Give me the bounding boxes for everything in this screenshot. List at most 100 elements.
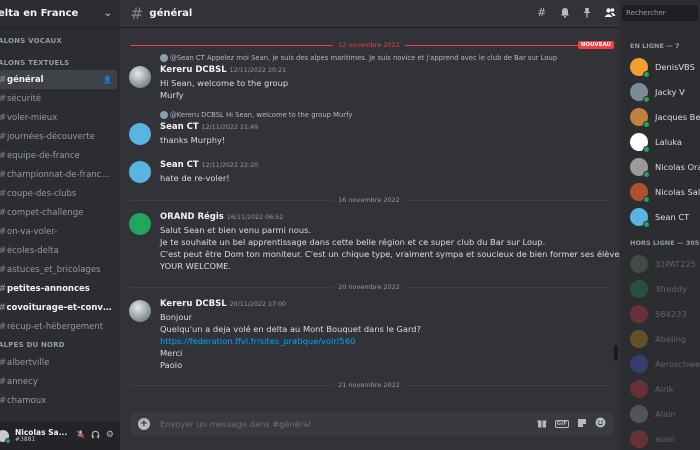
member-item[interactable]: Nicolas Sal (620, 179, 700, 204)
channel-g-n-ral[interactable]: #général 👤 (0, 70, 117, 89)
emoji-icon[interactable] (595, 417, 606, 431)
hash-icon: # (0, 284, 7, 294)
date-label: 12 novembre 2022 (333, 41, 405, 49)
channel-chamoux[interactable]: #chamoux (0, 391, 117, 410)
channel-voler-mieux[interactable]: #voler-mieux (0, 108, 117, 127)
bell-icon[interactable] (560, 7, 570, 21)
member-item[interactable]: 31PAT225 (620, 251, 700, 276)
member-item[interactable]: Abeling (620, 326, 700, 351)
message[interactable]: @Kereru DCBSL Hi Sean, welcome to the gr… (120, 109, 620, 146)
member-item[interactable]: 3freddy (620, 276, 700, 301)
timestamp: 12/11/2022 20:21 (229, 67, 287, 74)
server-header[interactable]: elta en France ⌄ (0, 0, 120, 28)
message-link[interactable]: https://federation.ffvl.fr/sites_pratiqu… (160, 336, 355, 346)
member-item[interactable]: Laluka (620, 129, 700, 154)
channel-petites-annonces[interactable]: #petites-annonces (0, 279, 117, 298)
avatar[interactable] (129, 123, 151, 145)
channel-championnat-de-franc-[interactable]: #championnat-de-franc... (0, 165, 117, 184)
reply-preview[interactable]: @Sean CT Appelez moi Sean, je suis des a… (160, 52, 606, 64)
member-item[interactable]: Alain (620, 401, 700, 426)
member-name: Jacques Be (655, 111, 700, 122)
threads-icon[interactable]: # (537, 6, 548, 21)
author-name[interactable]: Kereru DCBSL (160, 299, 227, 309)
channel-albertville[interactable]: #albertville (0, 353, 117, 372)
avatar[interactable] (129, 213, 151, 235)
hash-icon: # (0, 396, 7, 406)
scrollbar[interactable] (614, 60, 618, 400)
author-name[interactable]: Sean CT (160, 122, 199, 132)
avatar (630, 379, 648, 398)
message-line: Merci (160, 348, 183, 358)
avatar[interactable] (129, 66, 151, 88)
pin-icon[interactable] (582, 7, 592, 21)
add-attachment-icon[interactable]: + (138, 418, 150, 430)
member-item[interactable]: Aeroschwe (620, 351, 700, 376)
sticker-icon[interactable] (577, 418, 587, 431)
mute-mic-icon[interactable] (76, 430, 85, 442)
member-item[interactable]: Jacky V (620, 79, 700, 104)
author-name[interactable]: Kereru DCBSL (160, 65, 227, 75)
channel-label: albertville (7, 357, 50, 368)
member-name: alain (655, 433, 676, 444)
channel-on-va-voler-[interactable]: #on-va-voler- (0, 222, 117, 241)
gift-icon[interactable] (537, 418, 547, 431)
channel-s-curit-[interactable]: #sécurité (0, 89, 117, 108)
gif-icon[interactable]: GIF (554, 420, 569, 428)
hash-icon: # (0, 113, 7, 123)
avatar (630, 329, 648, 348)
settings-gear-icon[interactable]: ⚙ (106, 430, 114, 442)
search-input[interactable]: Rechercher (622, 5, 698, 21)
message[interactable]: Kereru DCBSL 20/11/2022 17:00 Bonjour Que… (120, 298, 620, 371)
avatar[interactable] (0, 430, 11, 444)
category-text[interactable]: ALONS TEXTUELS (0, 57, 120, 69)
member-item[interactable]: 584233 (620, 301, 700, 326)
members-icon[interactable] (604, 7, 616, 21)
member-item[interactable]: alain (620, 426, 700, 450)
message[interactable]: ORAND Régis 16/11/2022 06:52 Salut Sean e… (120, 211, 620, 272)
member-item[interactable]: DenisVBS (620, 54, 700, 79)
channel-r-cup-et-h-bergement[interactable]: #récup-et-hébergement (0, 317, 117, 336)
member-item[interactable]: Sean CT (620, 204, 700, 229)
date-divider: 16 novembre 2022 (130, 193, 608, 207)
category-voice[interactable]: ALONS VOCAUX (0, 35, 120, 47)
message[interactable]: Sean CT 12/11/2022 22:20 hate de re-voler… (120, 159, 620, 184)
online-status-icon (643, 120, 650, 128)
headphones-icon[interactable] (91, 430, 100, 442)
message-input[interactable]: Envoyer un message dans #général (160, 419, 311, 429)
category-alpes-du-nord[interactable]: ALPES DU NORD (0, 339, 120, 351)
message-line: Quelqu'un a deja volé en delta au Mont B… (160, 324, 421, 334)
channel-astuces-et-bricolages[interactable]: #astuces_et_bricolages (0, 260, 117, 279)
hash-icon: # (130, 3, 144, 23)
channel-journ-es-d-couverte[interactable]: #journées-découverte (0, 127, 117, 146)
avatar (630, 132, 650, 153)
hash-icon: # (0, 227, 7, 237)
channel-coupe-des-clubs[interactable]: #coupe-des-clubs (0, 184, 117, 203)
new-badge: NOUVEAU (577, 41, 614, 49)
channel-covoiturage-et-convoy-[interactable]: #covoiturage-et-convoy... (0, 298, 117, 317)
author-name[interactable]: ORAND Régis (160, 212, 224, 222)
author-name[interactable]: Sean CT (160, 160, 199, 170)
channel-annecy[interactable]: #annecy (0, 372, 117, 391)
timestamp: 16/11/2022 06:52 (226, 214, 284, 221)
channel-equipe-de-france[interactable]: #equipe-de-france (0, 146, 117, 165)
channel-compet-challenge[interactable]: #compet-challenge (0, 203, 117, 222)
reply-text: @Sean CT Appelez moi Sean, je suis des a… (170, 54, 558, 62)
message[interactable]: @Sean CT Appelez moi Sean, je suis des a… (120, 52, 620, 101)
member-item[interactable]: Jacques Be (620, 104, 700, 129)
member-item[interactable]: Nicolas Ora (620, 154, 700, 179)
message-composer[interactable]: + Envoyer un message dans #général GIF (130, 411, 614, 437)
user-tag: #3881 (15, 435, 36, 443)
member-item[interactable]: Airik (620, 376, 700, 401)
channel--coles-delta[interactable]: #écoles-delta (0, 241, 117, 260)
offline-header: HORS LIGNE — 305 (630, 239, 700, 247)
avatar[interactable] (129, 300, 151, 322)
avatar (630, 279, 648, 298)
online-header: EN LIGNE — 7 (630, 42, 680, 50)
invite-user-icon[interactable]: 👤 (103, 76, 112, 84)
channel-label: covoiturage-et-convoy... (6, 302, 117, 313)
reply-preview[interactable]: @Kereru DCBSL Hi Sean, welcome to the gr… (160, 109, 606, 121)
member-name: Abeling (655, 333, 687, 344)
channel-title: général (149, 8, 193, 19)
channel-label: petites-annonces (7, 283, 90, 294)
avatar[interactable] (129, 161, 151, 183)
